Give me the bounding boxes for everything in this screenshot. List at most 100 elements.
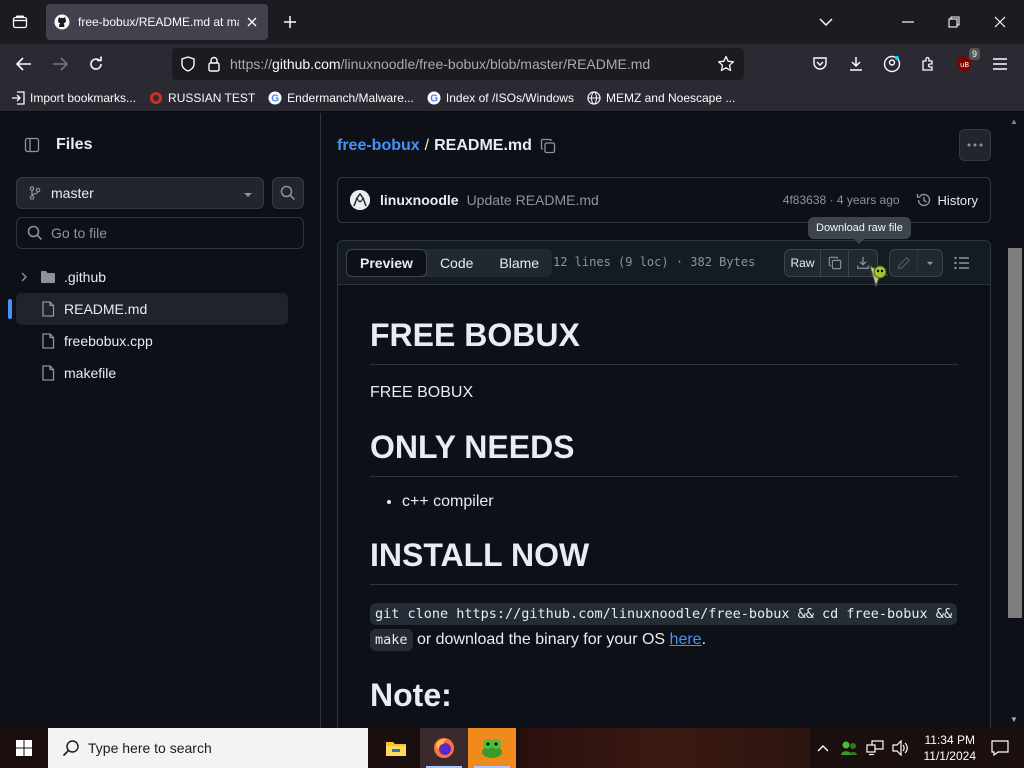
search-files-button[interactable]	[272, 177, 304, 209]
extensions-icon[interactable]	[918, 54, 938, 74]
tree-item-label: .github	[64, 269, 107, 285]
bonzi-buddy-app-icon[interactable]	[468, 728, 516, 768]
volume-icon[interactable]	[891, 739, 910, 757]
folder-icon	[40, 269, 56, 285]
inline-code-make: make	[370, 629, 413, 651]
system-clock[interactable]: 11:34 PM 11/1/2024	[924, 732, 977, 764]
page-scrollbar[interactable]: ▲ ▼	[1006, 113, 1024, 728]
tracking-protection-shield-icon[interactable]	[178, 54, 198, 74]
search-icon	[62, 739, 80, 757]
copy-raw-icon[interactable]	[821, 250, 849, 276]
pocket-icon[interactable]	[810, 54, 830, 74]
sidebar-title: Files	[56, 136, 93, 153]
downloads-icon[interactable]	[846, 54, 866, 74]
close-window-icon[interactable]	[990, 12, 1010, 32]
lock-icon[interactable]	[204, 54, 224, 74]
account-icon[interactable]	[882, 54, 902, 74]
tree-item-makefile[interactable]: makefile	[16, 357, 288, 389]
back-arrow-icon[interactable]	[14, 54, 34, 74]
bookmark-endermanch[interactable]: G Endermanch/Malware...	[267, 90, 414, 106]
go-to-file-input[interactable]: Go to file	[16, 217, 304, 249]
more-options-button[interactable]	[959, 129, 991, 161]
tab-title: free-bobux/README.md at master	[78, 15, 239, 29]
browser-tab-bar: free-bobux/README.md at master	[0, 0, 1024, 44]
go-to-file-placeholder: Go to file	[51, 225, 108, 241]
tab-blame[interactable]: Blame	[486, 249, 552, 277]
chevron-up-icon[interactable]	[814, 739, 832, 757]
tree-item-readme[interactable]: README.md	[8, 293, 288, 325]
scroll-up-arrow-icon[interactable]: ▲	[1010, 117, 1018, 126]
commit-author[interactable]: linuxnoodle	[380, 192, 459, 208]
bookmark-isos[interactable]: G Index of /ISOs/Windows	[426, 90, 574, 106]
tree-item-label: makefile	[64, 365, 117, 381]
notification-center-icon[interactable]	[990, 738, 1010, 758]
tab-overflow-chevron-icon[interactable]	[816, 12, 836, 32]
git-branch-icon	[27, 185, 43, 201]
ublock-origin-icon[interactable]: uB 9	[954, 48, 980, 74]
scroll-down-arrow-icon[interactable]: ▼	[1010, 715, 1018, 724]
taskbar-search-box[interactable]: Type here to search	[48, 728, 368, 768]
edit-actions-group	[889, 249, 943, 277]
hamburger-menu-icon[interactable]	[990, 54, 1010, 74]
tab-preview[interactable]: Preview	[346, 249, 427, 277]
outline-list-icon[interactable]	[948, 249, 976, 277]
view-mode-segmented-control: Preview Code Blame	[346, 249, 553, 277]
caret-down-icon	[243, 185, 253, 201]
chevron-right-icon[interactable]	[18, 270, 30, 284]
file-tree-sidebar: Files master Go to file .github README.m…	[0, 113, 321, 728]
system-tray: 11:34 PM 11/1/2024	[814, 728, 977, 768]
avatar[interactable]	[350, 190, 370, 210]
url-bar[interactable]: https://github.com/linuxnoodle/free-bobu…	[172, 48, 744, 80]
breadcrumb-repo-link[interactable]: free-bobux	[337, 137, 420, 155]
tree-item-freebobux-cpp[interactable]: freebobux.cpp	[16, 325, 288, 357]
close-tab-icon[interactable]	[245, 14, 260, 30]
custom-mouse-cursor-icon	[866, 262, 892, 290]
file-explorer-icon[interactable]	[372, 728, 420, 768]
search-icon	[280, 185, 296, 201]
breadcrumb: free-bobux / README.md	[337, 137, 556, 155]
file-content-box: Preview Code Blame 12 lines (9 loc) · 38…	[337, 240, 991, 728]
branch-selector[interactable]: master	[16, 177, 264, 209]
here-link[interactable]: here	[670, 631, 702, 648]
list-item: c++ compiler	[402, 493, 958, 511]
history-button[interactable]: History	[916, 192, 978, 208]
network-icon[interactable]	[865, 739, 884, 757]
minimize-window-icon[interactable]	[898, 12, 918, 32]
restore-window-icon[interactable]	[944, 12, 964, 32]
browser-nav-bar: https://github.com/linuxnoodle/free-bobu…	[0, 44, 1024, 84]
bookmark-memz[interactable]: MEMZ and Noescape ...	[586, 90, 735, 106]
bookmark-label: MEMZ and Noescape ...	[605, 90, 736, 105]
tab-code[interactable]: Code	[427, 249, 486, 277]
raw-actions-group: Raw	[784, 249, 878, 277]
forward-arrow-icon[interactable]	[50, 54, 70, 74]
commit-message[interactable]: Update README.md	[467, 192, 599, 208]
commit-meta[interactable]: 4f83638 · 4 years ago	[783, 193, 900, 207]
url-text[interactable]: https://github.com/linuxnoodle/free-bobu…	[230, 56, 650, 72]
russian-test-icon	[148, 90, 164, 106]
copy-path-icon[interactable]	[540, 138, 556, 154]
install-text: or download the binary for your OS	[412, 631, 670, 648]
firefox-icon[interactable]	[420, 728, 468, 768]
file-view-main: free-bobux / README.md linuxnoodle Updat…	[337, 113, 991, 728]
google-icon: G	[267, 90, 283, 106]
edit-dropdown-caret-icon[interactable]	[918, 250, 942, 276]
bookmark-import[interactable]: Import bookmarks...	[10, 90, 136, 106]
bookmark-star-icon[interactable]	[716, 54, 736, 74]
clock-time: 11:34 PM	[924, 733, 975, 747]
sidebar-collapse-icon[interactable]	[16, 129, 48, 161]
reload-icon[interactable]	[86, 54, 106, 74]
tree-item-github-folder[interactable]: .github	[16, 261, 288, 293]
raw-button[interactable]: Raw	[785, 250, 821, 276]
tray-app-icon[interactable]	[840, 739, 858, 757]
paragraph-install: git clone https://github.com/linuxnoodle…	[370, 601, 958, 653]
url-prefix: https://	[230, 56, 273, 72]
new-tab-icon[interactable]	[280, 12, 300, 32]
url-path: /linuxnoodle/free-bobux/blob/master/READ…	[340, 56, 651, 72]
scrollbar-thumb[interactable]	[1008, 248, 1022, 618]
bookmark-russian-test[interactable]: RUSSIAN TEST	[148, 90, 255, 106]
pencil-icon[interactable]	[890, 250, 918, 276]
browser-tab[interactable]: free-bobux/README.md at master	[46, 4, 268, 40]
windows-start-icon[interactable]	[0, 728, 48, 768]
list-all-tabs-icon[interactable]	[8, 10, 32, 34]
svg-text:G: G	[430, 93, 438, 104]
